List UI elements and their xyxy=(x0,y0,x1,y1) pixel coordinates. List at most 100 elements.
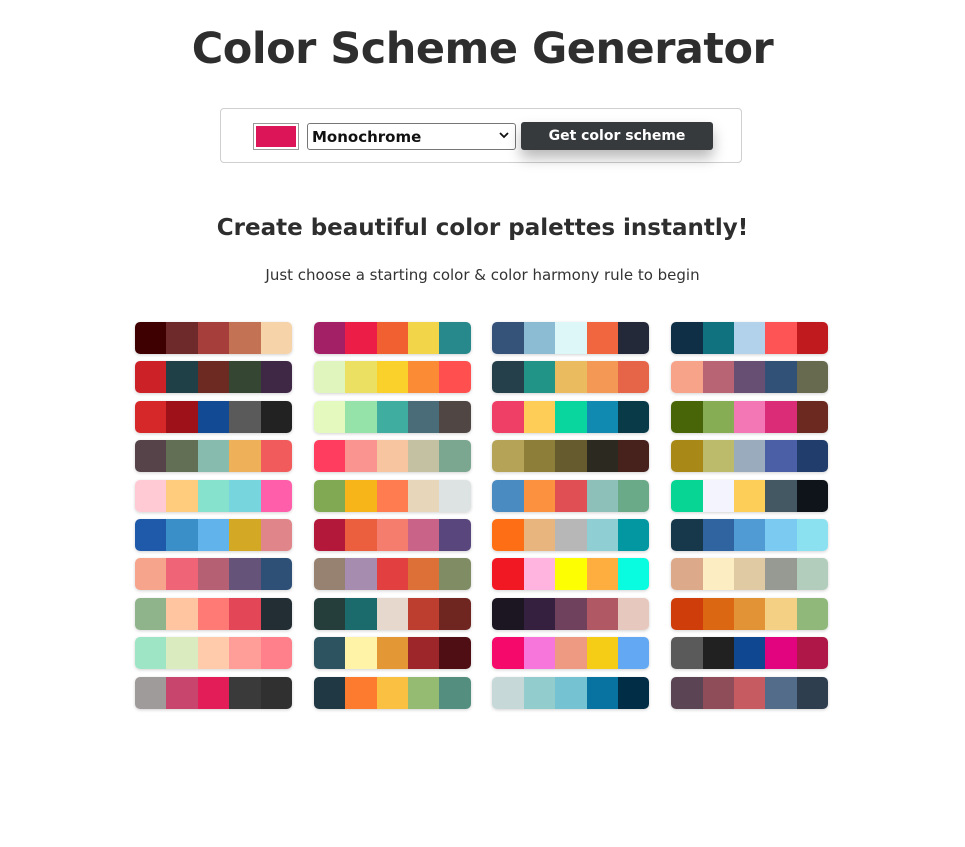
palette-swatch[interactable] xyxy=(523,479,556,512)
palette-swatch[interactable] xyxy=(796,440,829,473)
palette-swatch[interactable] xyxy=(135,597,167,630)
palette-card[interactable] xyxy=(313,440,471,473)
palette-swatch[interactable] xyxy=(492,637,524,670)
palette-swatch[interactable] xyxy=(260,637,292,670)
palette-swatch[interactable] xyxy=(765,558,797,591)
palette-swatch[interactable] xyxy=(135,676,167,709)
palette-swatch[interactable] xyxy=(702,440,734,473)
palette-swatch[interactable] xyxy=(671,440,703,473)
palette-swatch[interactable] xyxy=(492,400,524,433)
palette-swatch[interactable] xyxy=(586,597,619,630)
palette-swatch[interactable] xyxy=(313,637,346,670)
palette-swatch[interactable] xyxy=(733,479,766,512)
palette-card[interactable] xyxy=(492,558,650,591)
palette-card[interactable] xyxy=(135,440,292,473)
palette-card[interactable] xyxy=(135,479,292,512)
palette-swatch[interactable] xyxy=(796,597,829,630)
palette-swatch[interactable] xyxy=(197,597,230,630)
palette-swatch[interactable] xyxy=(313,597,346,630)
palette-swatch[interactable] xyxy=(313,519,346,551)
palette-swatch[interactable] xyxy=(618,558,650,591)
palette-swatch[interactable] xyxy=(796,479,829,512)
palette-swatch[interactable] xyxy=(376,597,408,630)
palette-swatch[interactable] xyxy=(765,440,797,473)
get-color-scheme-button[interactable]: Get color scheme xyxy=(521,122,713,150)
palette-swatch[interactable] xyxy=(492,558,524,591)
palette-swatch[interactable] xyxy=(229,400,261,433)
palette-swatch[interactable] xyxy=(555,676,587,709)
palette-card[interactable] xyxy=(135,597,292,630)
palette-swatch[interactable] xyxy=(166,676,198,709)
palette-swatch[interactable] xyxy=(197,558,230,591)
palette-swatch[interactable] xyxy=(376,440,408,473)
palette-swatch[interactable] xyxy=(523,558,556,591)
palette-swatch[interactable] xyxy=(407,519,440,551)
palette-swatch[interactable] xyxy=(313,361,346,394)
palette-swatch[interactable] xyxy=(439,676,471,709)
palette-swatch[interactable] xyxy=(618,597,650,630)
palette-swatch[interactable] xyxy=(166,400,198,433)
palette-swatch[interactable] xyxy=(523,519,556,551)
palette-card[interactable] xyxy=(313,479,471,512)
palette-swatch[interactable] xyxy=(555,558,587,591)
palette-swatch[interactable] xyxy=(618,361,650,394)
palette-swatch[interactable] xyxy=(197,400,230,433)
palette-swatch[interactable] xyxy=(765,597,797,630)
palette-swatch[interactable] xyxy=(313,558,346,591)
palette-swatch[interactable] xyxy=(492,597,524,630)
palette-swatch[interactable] xyxy=(376,676,408,709)
palette-swatch[interactable] xyxy=(523,400,556,433)
palette-swatch[interactable] xyxy=(260,519,292,551)
palette-swatch[interactable] xyxy=(618,676,650,709)
palette-swatch[interactable] xyxy=(733,558,766,591)
palette-swatch[interactable] xyxy=(765,322,797,354)
palette-swatch[interactable] xyxy=(229,322,261,354)
palette-swatch[interactable] xyxy=(376,519,408,551)
palette-card[interactable] xyxy=(671,322,829,354)
palette-swatch[interactable] xyxy=(555,597,587,630)
palette-swatch[interactable] xyxy=(166,558,198,591)
palette-swatch[interactable] xyxy=(197,676,230,709)
palette-swatch[interactable] xyxy=(197,440,230,473)
palette-swatch[interactable] xyxy=(197,361,230,394)
palette-card[interactable] xyxy=(492,519,650,551)
palette-swatch[interactable] xyxy=(345,676,377,709)
palette-swatch[interactable] xyxy=(492,479,524,512)
palette-card[interactable] xyxy=(492,479,650,512)
palette-swatch[interactable] xyxy=(229,519,261,551)
palette-swatch[interactable] xyxy=(618,440,650,473)
palette-swatch[interactable] xyxy=(618,519,650,551)
palette-swatch[interactable] xyxy=(555,637,587,670)
palette-card[interactable] xyxy=(492,440,650,473)
scheme-mode-select[interactable]: Monochrome xyxy=(307,123,516,150)
palette-swatch[interactable] xyxy=(733,361,766,394)
palette-card[interactable] xyxy=(492,322,650,354)
palette-card[interactable] xyxy=(135,519,292,551)
palette-swatch[interactable] xyxy=(733,519,766,551)
palette-swatch[interactable] xyxy=(555,322,587,354)
palette-swatch[interactable] xyxy=(733,637,766,670)
palette-swatch[interactable] xyxy=(702,519,734,551)
palette-swatch[interactable] xyxy=(439,361,471,394)
palette-card[interactable] xyxy=(313,519,471,551)
palette-swatch[interactable] xyxy=(260,361,292,394)
palette-swatch[interactable] xyxy=(345,322,377,354)
palette-swatch[interactable] xyxy=(407,637,440,670)
palette-card[interactable] xyxy=(492,597,650,630)
palette-card[interactable] xyxy=(313,361,471,394)
palette-swatch[interactable] xyxy=(765,400,797,433)
palette-swatch[interactable] xyxy=(523,322,556,354)
palette-swatch[interactable] xyxy=(671,676,703,709)
palette-swatch[interactable] xyxy=(345,597,377,630)
palette-swatch[interactable] xyxy=(313,479,346,512)
palette-swatch[interactable] xyxy=(260,322,292,354)
palette-swatch[interactable] xyxy=(618,479,650,512)
color-picker-input[interactable] xyxy=(253,123,299,150)
palette-swatch[interactable] xyxy=(135,400,167,433)
palette-swatch[interactable] xyxy=(345,361,377,394)
palette-swatch[interactable] xyxy=(376,558,408,591)
palette-swatch[interactable] xyxy=(586,322,619,354)
palette-card[interactable] xyxy=(135,361,292,394)
palette-swatch[interactable] xyxy=(523,440,556,473)
palette-swatch[interactable] xyxy=(135,440,167,473)
